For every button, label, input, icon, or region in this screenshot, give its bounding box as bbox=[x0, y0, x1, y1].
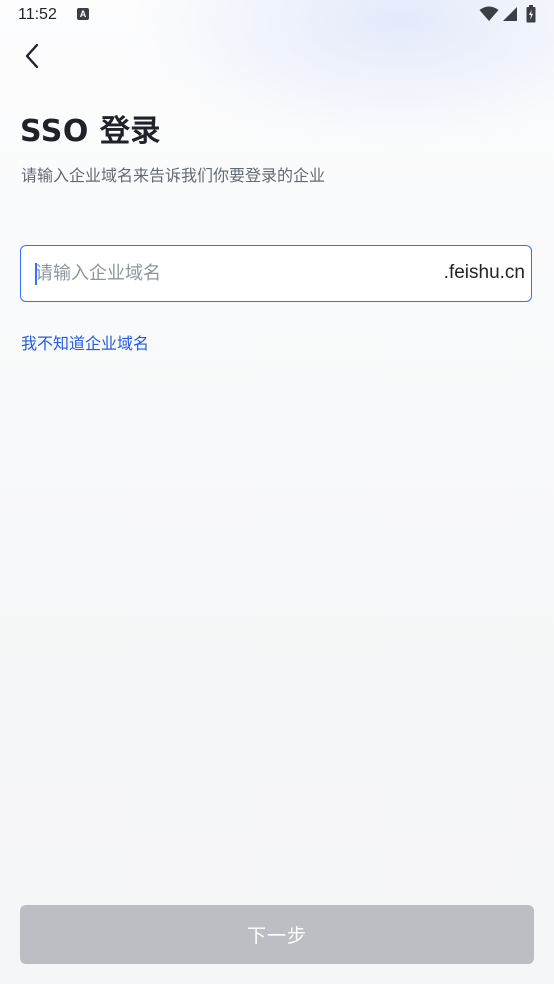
unknown-domain-link[interactable]: 我不知道企业域名 bbox=[21, 330, 149, 354]
battery-icon bbox=[526, 5, 536, 23]
page-title: SSO 登录 bbox=[20, 114, 161, 149]
domain-suffix: .feishu.cn bbox=[443, 262, 525, 283]
status-time: 11:52 bbox=[18, 6, 57, 23]
wifi-icon bbox=[479, 6, 499, 21]
signal-icon bbox=[503, 7, 517, 21]
status-bar: 11:52 A bbox=[0, 0, 554, 32]
next-button[interactable]: 下一步 bbox=[20, 905, 534, 964]
domain-field[interactable]: .feishu.cn bbox=[20, 245, 532, 302]
page-subtitle: 请输入企业域名来告诉我们你要登录的企业 bbox=[21, 166, 326, 185]
text-cursor bbox=[35, 263, 37, 285]
domain-input[interactable] bbox=[35, 246, 425, 301]
back-button[interactable] bbox=[14, 38, 50, 74]
chevron-left-icon bbox=[25, 43, 39, 69]
notification-a-icon: A bbox=[77, 8, 89, 20]
